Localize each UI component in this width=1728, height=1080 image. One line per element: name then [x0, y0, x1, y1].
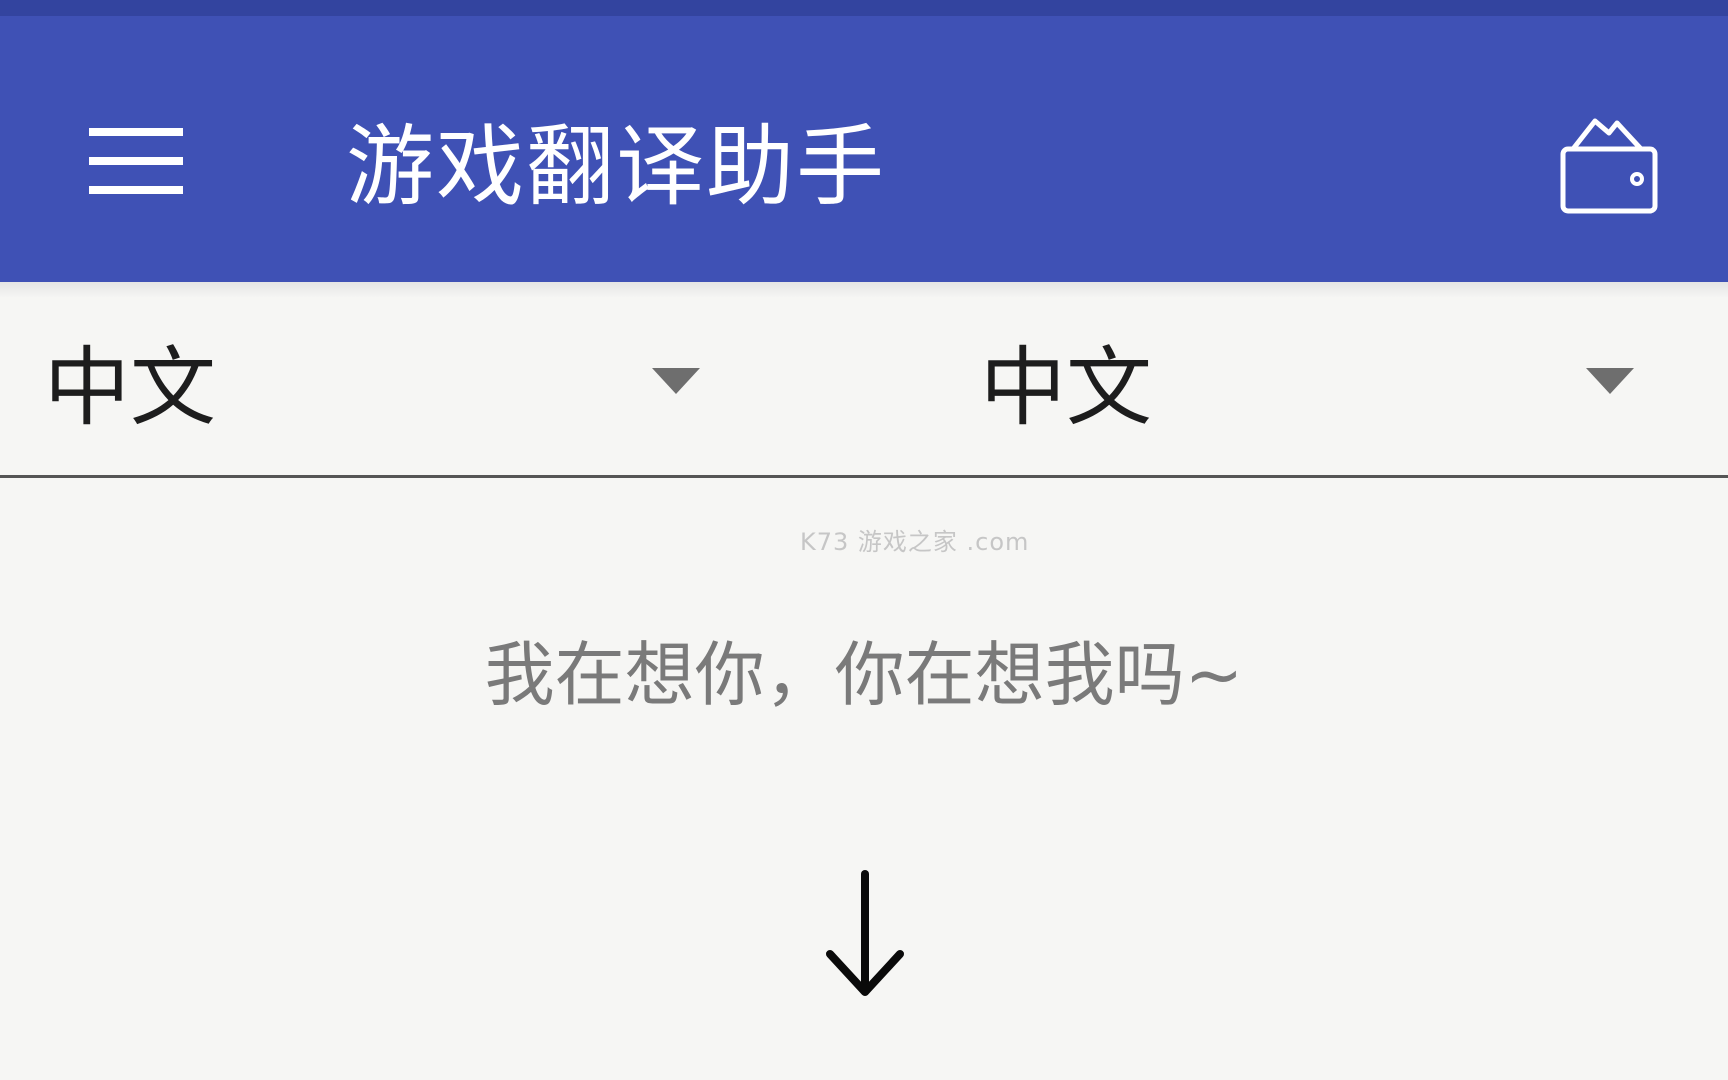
- watermark-logo: K73 游戏之家 .com: [800, 528, 1030, 556]
- app-bar-shadow: [0, 282, 1728, 298]
- app-title: 游戏翻译助手: [346, 115, 887, 218]
- arrow-down-icon: [826, 870, 904, 996]
- triangle-down-icon: [652, 368, 700, 394]
- menu-button[interactable]: [76, 106, 196, 216]
- source-language-label: 中文: [44, 338, 216, 438]
- divider: [0, 475, 1728, 478]
- wallet-icon: [1560, 118, 1658, 214]
- source-text-input[interactable]: 我在想你，你在想我吗~: [0, 630, 1728, 720]
- app-bar: 游戏翻译助手: [0, 16, 1728, 282]
- language-selector-row: 中文 中文: [0, 298, 1728, 476]
- target-language-label: 中文: [980, 338, 1152, 438]
- triangle-down-icon: [1586, 368, 1634, 394]
- status-bar: [0, 0, 1728, 16]
- hamburger-menu-icon: [89, 128, 183, 194]
- target-language-dropdown[interactable]: 中文: [936, 298, 1656, 476]
- translate-button[interactable]: [820, 868, 910, 1003]
- wallet-button[interactable]: [1550, 108, 1670, 228]
- source-language-dropdown[interactable]: 中文: [0, 298, 700, 476]
